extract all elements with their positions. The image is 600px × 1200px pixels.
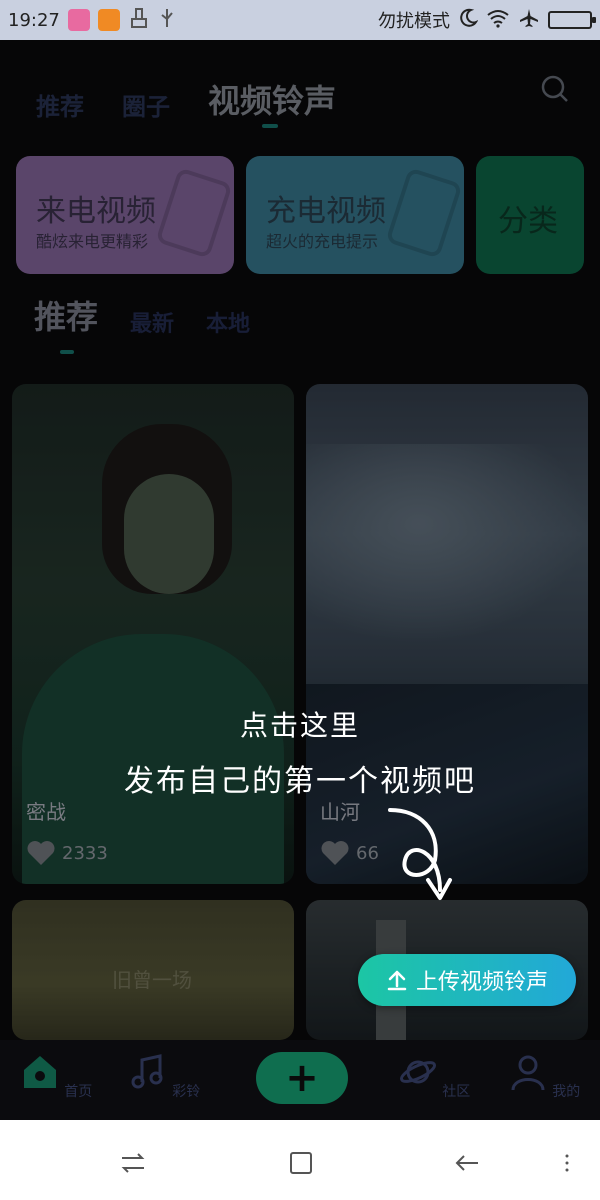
category-title: 充电视频 bbox=[266, 194, 386, 229]
planet-icon bbox=[399, 1060, 436, 1084]
user-icon bbox=[511, 1055, 545, 1091]
plus-icon: + bbox=[285, 1055, 319, 1101]
top-nav: 推荐 圈子 视频铃声 bbox=[36, 62, 580, 122]
home-icon bbox=[23, 1056, 56, 1088]
top-tab-indicator bbox=[262, 124, 278, 128]
category-title: 来电视频 bbox=[36, 194, 156, 229]
search-icon[interactable] bbox=[540, 74, 570, 104]
category-card-incoming-call[interactable]: 来电视频 酷炫来电更精彩 bbox=[16, 156, 234, 274]
back-icon[interactable] bbox=[452, 1148, 482, 1178]
wifi-icon bbox=[486, 8, 510, 33]
phone-deco-icon bbox=[385, 167, 463, 259]
category-subtitle: 酷炫来电更精彩 bbox=[36, 232, 149, 251]
nav-label: 彩铃 bbox=[172, 1084, 201, 1100]
tab-circle[interactable]: 圈子 bbox=[122, 87, 170, 122]
nav-label: 首页 bbox=[64, 1084, 93, 1100]
nav-label: 我的 bbox=[552, 1084, 581, 1100]
dnd-label: 勿扰模式 bbox=[378, 11, 450, 32]
curved-arrow-icon bbox=[388, 808, 452, 900]
sub-tab-indicator bbox=[60, 350, 74, 354]
video-likes: 66 bbox=[320, 840, 379, 866]
category-card-classify[interactable]: 分类 bbox=[476, 156, 584, 274]
moon-icon bbox=[458, 8, 479, 33]
upload-icon bbox=[387, 970, 407, 991]
video-tile[interactable]: 旧曾一场 bbox=[12, 900, 294, 1040]
clock: 19:27 bbox=[8, 9, 60, 31]
nav-ringtone[interactable]: 彩铃 bbox=[124, 1052, 204, 1101]
sub-tabs: 推荐 最新 本地 bbox=[34, 292, 282, 338]
video-title: 密战 bbox=[26, 800, 66, 824]
subtab-latest[interactable]: 最新 bbox=[130, 306, 174, 338]
phone-deco-icon bbox=[155, 167, 233, 259]
video-tile[interactable]: 密战 2333 bbox=[12, 384, 294, 884]
subtab-recommend[interactable]: 推荐 bbox=[34, 292, 98, 338]
category-subtitle: 超火的充电提示 bbox=[266, 232, 379, 251]
status-bar: 19:27 勿扰模式 bbox=[0, 0, 600, 40]
hint-line-2: 发布自己的第一个视频吧 bbox=[124, 764, 476, 799]
video-thumbnail-face bbox=[124, 474, 214, 594]
usb-icon bbox=[158, 7, 176, 34]
nav-mine[interactable]: 我的 bbox=[504, 1052, 584, 1101]
video-title: 山河 bbox=[320, 800, 360, 824]
video-likes: 2333 bbox=[26, 840, 108, 866]
brush-icon bbox=[128, 7, 150, 34]
warning-icon bbox=[97, 9, 120, 31]
add-button[interactable]: + bbox=[256, 1052, 348, 1104]
home-square-icon[interactable] bbox=[286, 1148, 316, 1178]
app-notification-icon bbox=[67, 9, 90, 31]
tab-video-ringtone[interactable]: 视频铃声 bbox=[208, 76, 336, 122]
upload-label: 上传视频铃声 bbox=[415, 970, 548, 995]
system-nav-bar bbox=[0, 1120, 600, 1200]
subtab-local[interactable]: 本地 bbox=[206, 306, 250, 338]
airplane-icon bbox=[518, 7, 540, 34]
like-count: 2333 bbox=[62, 842, 108, 864]
menu-icon[interactable] bbox=[552, 1148, 582, 1178]
nav-home[interactable]: 首页 bbox=[16, 1052, 96, 1101]
video-thumbnail-clouds bbox=[306, 444, 588, 644]
music-note-icon bbox=[131, 1054, 163, 1089]
like-count: 66 bbox=[356, 842, 379, 864]
category-card-charging[interactable]: 充电视频 超火的充电提示 bbox=[246, 156, 464, 274]
bottom-nav: 首页 彩铃 + 社区 我的 bbox=[0, 1040, 600, 1120]
nav-label: 社区 bbox=[442, 1084, 471, 1100]
hint-line-1: 点击这里 bbox=[239, 709, 360, 742]
video-thumbnail-text: 旧曾一场 bbox=[112, 968, 192, 992]
category-cards: 来电视频 酷炫来电更精彩 充电视频 超火的充电提示 分类 bbox=[16, 156, 600, 274]
heart-icon[interactable] bbox=[26, 840, 56, 866]
battery-icon bbox=[548, 11, 596, 29]
tab-recommend[interactable]: 推荐 bbox=[36, 87, 84, 122]
upload-video-ringtone-button[interactable]: 上传视频铃声 bbox=[358, 954, 576, 1006]
switch-apps-icon[interactable] bbox=[118, 1148, 148, 1178]
nav-community[interactable]: 社区 bbox=[394, 1052, 474, 1101]
heart-icon[interactable] bbox=[320, 840, 350, 866]
category-title: 分类 bbox=[498, 204, 558, 239]
